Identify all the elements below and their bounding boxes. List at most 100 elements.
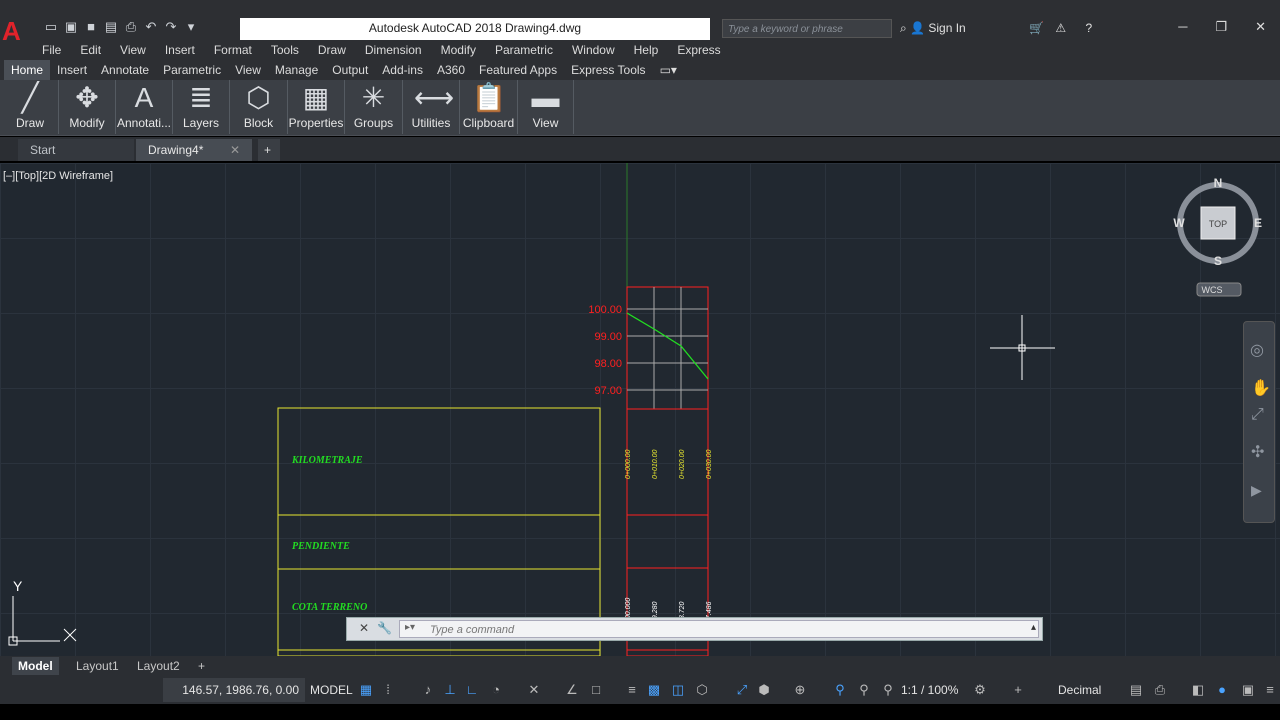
command-history-icon[interactable]: ▴ — [1031, 622, 1036, 633]
search-input[interactable]: Type a keyword or phrase — [722, 19, 892, 38]
customize-qat-icon[interactable]: ▾ — [184, 20, 198, 34]
selection-cycling-icon[interactable]: ◫ — [670, 682, 686, 698]
tab-a360[interactable]: A360 — [430, 60, 472, 80]
dynamic-input-icon[interactable]: ⊥ — [442, 682, 458, 698]
tab-home[interactable]: Home — [4, 60, 51, 80]
steering-wheel-icon[interactable]: ◎ — [1250, 340, 1264, 360]
dynamic-ucs-icon[interactable]: ⤢ — [734, 682, 750, 698]
exchange-icon[interactable]: ⚠ — [1055, 21, 1066, 35]
tab-model[interactable]: Model — [12, 657, 59, 675]
ortho-icon[interactable]: ∟ — [464, 682, 480, 698]
workspace-gear-icon[interactable]: ⚙ — [972, 682, 988, 698]
tab-express-tools[interactable]: Express Tools — [564, 60, 652, 80]
tab-drawing4[interactable]: Drawing4* ✕ — [136, 139, 252, 161]
restore-icon[interactable]: ❐ — [1215, 19, 1227, 35]
new-tab-button[interactable]: + — [258, 139, 280, 161]
showmotion-icon[interactable]: ▶ — [1251, 482, 1262, 499]
infer-icon[interactable]: ♪ — [420, 682, 436, 698]
selection-filter-icon[interactable]: ⬢ — [756, 682, 772, 698]
tab-manage[interactable]: Manage — [268, 60, 325, 80]
tab-output[interactable]: Output — [325, 60, 375, 80]
coordinates-readout[interactable]: 146.57, 1986.76, 0.00 — [163, 678, 305, 702]
tab-insert[interactable]: Insert — [50, 60, 94, 80]
polar-icon[interactable]: ◔ — [488, 682, 504, 698]
panel-layers[interactable]: ≣ Layers — [173, 80, 230, 134]
menu-draw[interactable]: Draw — [318, 43, 346, 57]
close-tab-icon[interactable]: ✕ — [230, 139, 240, 161]
grid-icon[interactable]: ▦ — [358, 682, 374, 698]
menu-help[interactable]: Help — [634, 43, 659, 57]
save-as-icon[interactable]: ▤ — [104, 20, 118, 34]
panel-properties[interactable]: ▦ Properties — [288, 80, 345, 134]
annotation-scale-icon[interactable]: ⚲ — [880, 682, 896, 698]
menu-view[interactable]: View — [120, 43, 146, 57]
panel-annotation[interactable]: A Annotati... — [116, 80, 173, 134]
drawing-viewport[interactable]: [–][Top][2D Wireframe] 100.00 99.00 98.0… — [0, 163, 1280, 656]
3d-osnap-icon[interactable]: ⬡ — [694, 682, 710, 698]
annotation-monitor-icon[interactable]: + — [1010, 682, 1026, 698]
tab-parametric[interactable]: Parametric — [156, 60, 228, 80]
panel-clipboard[interactable]: 📋 Clipboard — [460, 80, 518, 134]
annotation-visibility-icon[interactable]: ⚲ — [832, 682, 848, 698]
quick-properties-icon[interactable]: ▤ — [1128, 682, 1144, 698]
tab-start[interactable]: Start — [18, 139, 134, 161]
menu-format[interactable]: Format — [214, 43, 252, 57]
units-dropdown[interactable]: Decimal — [1058, 678, 1101, 702]
tab-layout2[interactable]: Layout2 — [131, 657, 186, 675]
auto-scale-icon[interactable]: ⚲ — [856, 682, 872, 698]
snap-icon[interactable]: ⁞ — [380, 682, 396, 698]
model-space-button[interactable]: MODEL — [310, 678, 353, 702]
help-icon[interactable]: ? — [1085, 21, 1092, 35]
pan-hand-icon[interactable]: ✋ — [1251, 378, 1271, 398]
menu-modify[interactable]: Modify — [441, 43, 476, 57]
isolate-objects-icon[interactable]: ◧ — [1190, 682, 1206, 698]
open-folder-icon[interactable]: ▣ — [64, 20, 78, 34]
tab-featured-apps[interactable]: Featured Apps — [472, 60, 564, 80]
panel-groups[interactable]: ✳ Groups — [345, 80, 403, 134]
redo-icon[interactable]: ↷ — [164, 20, 178, 34]
customization-icon[interactable]: ≡ — [1262, 682, 1278, 698]
tab-view[interactable]: View — [228, 60, 268, 80]
command-prompt-icon[interactable]: ▸▾ — [405, 622, 415, 633]
save-icon[interactable]: ■ — [84, 20, 98, 34]
hardware-acceleration-icon[interactable]: ● — [1214, 682, 1230, 698]
isodraft-icon[interactable]: ✕ — [526, 682, 542, 698]
ribbon-toggle-icon[interactable]: ▭▾ — [653, 60, 684, 80]
clean-screen-icon[interactable]: ▣ — [1240, 682, 1256, 698]
undo-icon[interactable]: ↶ — [144, 20, 158, 34]
panel-view[interactable]: ▬ View — [518, 80, 574, 134]
wrench-icon[interactable]: 🔧 — [377, 621, 392, 635]
tab-layout1[interactable]: Layout1 — [70, 657, 125, 675]
print-icon[interactable]: ⎙ — [124, 20, 138, 34]
menu-window[interactable]: Window — [572, 43, 615, 57]
object-snap-tracking-icon[interactable]: ∠ — [564, 682, 580, 698]
panel-block[interactable]: ⬡ Block — [230, 80, 288, 134]
lock-ui-icon[interactable]: ⎙ — [1152, 682, 1168, 698]
panel-draw[interactable]: ╱ Draw — [2, 80, 59, 134]
command-input[interactable]: Type a command — [399, 620, 1039, 638]
sign-in-link[interactable]: Sign In — [928, 21, 965, 35]
menu-edit[interactable]: Edit — [80, 43, 101, 57]
lineweight-icon[interactable]: ≡ — [624, 682, 640, 698]
annotation-scale-dropdown[interactable]: 1:1 / 100% — [901, 678, 958, 702]
close-command-icon[interactable]: ✕ — [359, 621, 369, 635]
object-snap-icon[interactable]: □ — [588, 682, 604, 698]
viewcube[interactable]: TOP N S E W WCS — [1172, 173, 1268, 313]
zoom-icon[interactable]: ⤢ — [1251, 406, 1264, 424]
menu-file[interactable]: File — [42, 43, 61, 57]
minimize-icon[interactable]: ─ — [1178, 19, 1187, 35]
orbit-icon[interactable]: ✣ — [1251, 442, 1264, 462]
panel-modify[interactable]: ✥ Modify — [59, 80, 116, 134]
menu-dimension[interactable]: Dimension — [365, 43, 422, 57]
menu-express[interactable]: Express — [677, 43, 720, 57]
tab-annotate[interactable]: Annotate — [94, 60, 156, 80]
cart-icon[interactable]: 🛒 — [1029, 21, 1044, 35]
menu-parametric[interactable]: Parametric — [495, 43, 553, 57]
transparency-icon[interactable]: ▩ — [646, 682, 662, 698]
panel-utilities[interactable]: ⟷ Utilities — [403, 80, 460, 134]
new-file-icon[interactable]: ▭ — [44, 20, 58, 34]
binoculars-icon[interactable]: ⌕ — [900, 21, 907, 35]
menu-tools[interactable]: Tools — [271, 43, 299, 57]
close-icon[interactable]: ✕ — [1255, 19, 1266, 35]
new-layout-icon[interactable]: + — [192, 657, 211, 675]
